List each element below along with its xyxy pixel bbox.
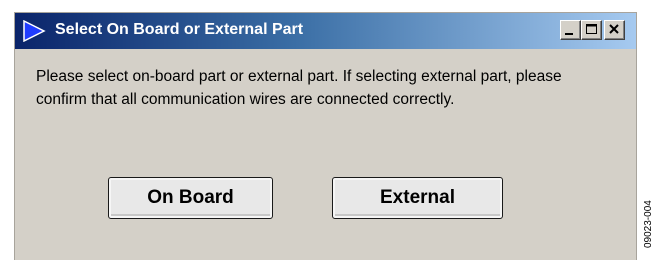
title-bar[interactable]: Select On Board or External Part xyxy=(15,13,636,49)
minimize-button[interactable] xyxy=(560,20,581,40)
figure-id-label: 09023-004 xyxy=(643,200,654,248)
external-button[interactable]: External xyxy=(332,177,503,219)
blue-triangle-icon xyxy=(22,19,46,43)
dialog-window: Select On Board or External Part Please … xyxy=(14,12,637,260)
on-board-button[interactable]: On Board xyxy=(108,177,273,219)
close-button[interactable] xyxy=(604,20,625,40)
window-title: Select On Board or External Part xyxy=(55,21,304,38)
dialog-message: Please select on-board part or external … xyxy=(36,68,562,108)
maximize-button[interactable] xyxy=(581,20,602,40)
